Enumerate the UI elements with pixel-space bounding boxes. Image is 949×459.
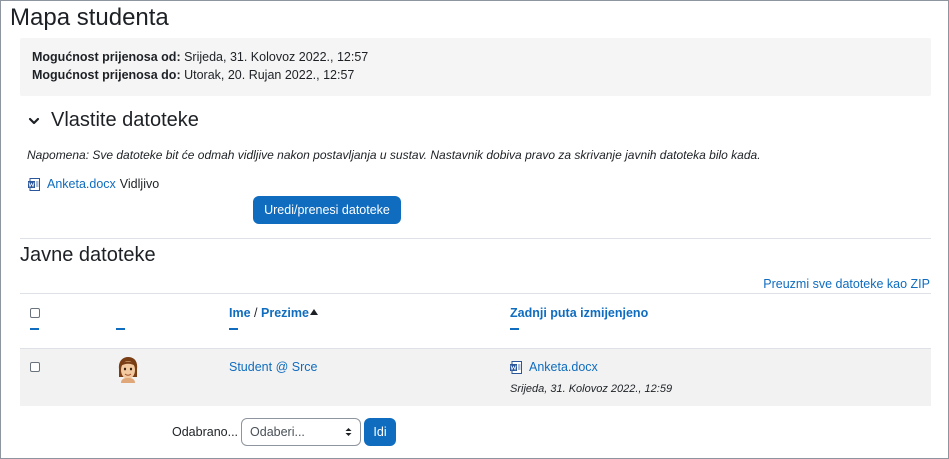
public-file-item: Anketa.docx — [510, 360, 602, 374]
section-divider — [20, 238, 931, 239]
select-arrows-icon — [345, 428, 352, 436]
name-separator: / — [254, 306, 258, 320]
bulk-action-select[interactable]: Odaberi... — [241, 418, 362, 446]
sort-first-name-link[interactable]: Ime — [229, 306, 251, 320]
sort-last-name-link[interactable]: Prezime — [261, 306, 309, 320]
collapse-column-picture[interactable] — [116, 328, 125, 330]
availability-from-label: Mogućnost prijenosa od: — [32, 50, 181, 64]
download-all-zip-link[interactable]: Preuzmi sve datoteke kao ZIP — [763, 277, 930, 291]
own-file-status: Vidljivo — [119, 177, 160, 191]
page-title: Mapa studenta — [10, 4, 169, 31]
public-file-modified: Srijeda, 31. Kolovoz 2022., 12:59 — [510, 383, 673, 395]
bulk-action-select-value: Odaberi... — [250, 425, 305, 439]
sort-ascending-icon — [310, 309, 318, 315]
sort-last-modified-link[interactable]: Zadnji puta izmijenjeno — [510, 306, 648, 320]
bulk-actions: Odabrano... Odaberi... Idi — [172, 418, 397, 446]
word-document-icon — [28, 177, 40, 191]
table-row: Student @ Srce Anketa.docx Srijeda, 31. … — [20, 348, 931, 406]
collapse-column-modified[interactable] — [510, 328, 519, 330]
select-all-checkbox[interactable] — [30, 308, 40, 318]
page-frame: Mapa studenta Mogućnost prijenosa od: Sr… — [0, 0, 949, 459]
own-files-toggle[interactable]: Vlastite datoteke — [27, 109, 199, 132]
user-name-link[interactable]: Student @ Srce — [229, 360, 317, 374]
own-files-title: Vlastite datoteke — [51, 109, 199, 131]
sort-by-name-header: Ime / Prezime — [229, 306, 309, 320]
public-files-title: Javne datoteke — [20, 244, 156, 266]
edit-upload-files-button[interactable]: Uredi/prenesi datoteke — [253, 196, 401, 224]
avatar[interactable] — [117, 357, 139, 383]
availability-from-value: Srijeda, 31. Kolovoz 2022., 12:57 — [184, 50, 369, 64]
availability-from: Mogućnost prijenosa od: Srijeda, 31. Kol… — [32, 48, 931, 66]
own-files-note: Napomena: Sve datoteke bit će odmah vidl… — [27, 148, 761, 162]
availability-to-label: Mogućnost prijenosa do: — [32, 68, 181, 82]
availability-to-value: Utorak, 20. Rujan 2022., 12:57 — [184, 68, 355, 82]
bulk-actions-label: Odabrano... — [172, 425, 239, 439]
own-file-item: Anketa.docx Vidljivo — [28, 177, 159, 191]
public-files-table: Ime / Prezime Zadnji puta izmijenjeno St… — [20, 293, 931, 406]
word-document-icon — [510, 360, 522, 374]
public-file-link[interactable]: Anketa.docx — [529, 360, 598, 374]
availability-to: Mogućnost prijenosa do: Utorak, 20. Ruja… — [32, 66, 931, 84]
table-header: Ime / Prezime Zadnji puta izmijenjeno — [20, 293, 931, 348]
own-file-link[interactable]: Anketa.docx — [47, 177, 116, 191]
chevron-down-icon — [28, 117, 40, 124]
row-select-checkbox[interactable] — [30, 362, 40, 372]
availability-box: Mogućnost prijenosa od: Srijeda, 31. Kol… — [20, 38, 931, 96]
go-button[interactable]: Idi — [364, 418, 397, 446]
collapse-column-name[interactable] — [229, 328, 238, 330]
collapse-column-select[interactable] — [30, 328, 39, 330]
